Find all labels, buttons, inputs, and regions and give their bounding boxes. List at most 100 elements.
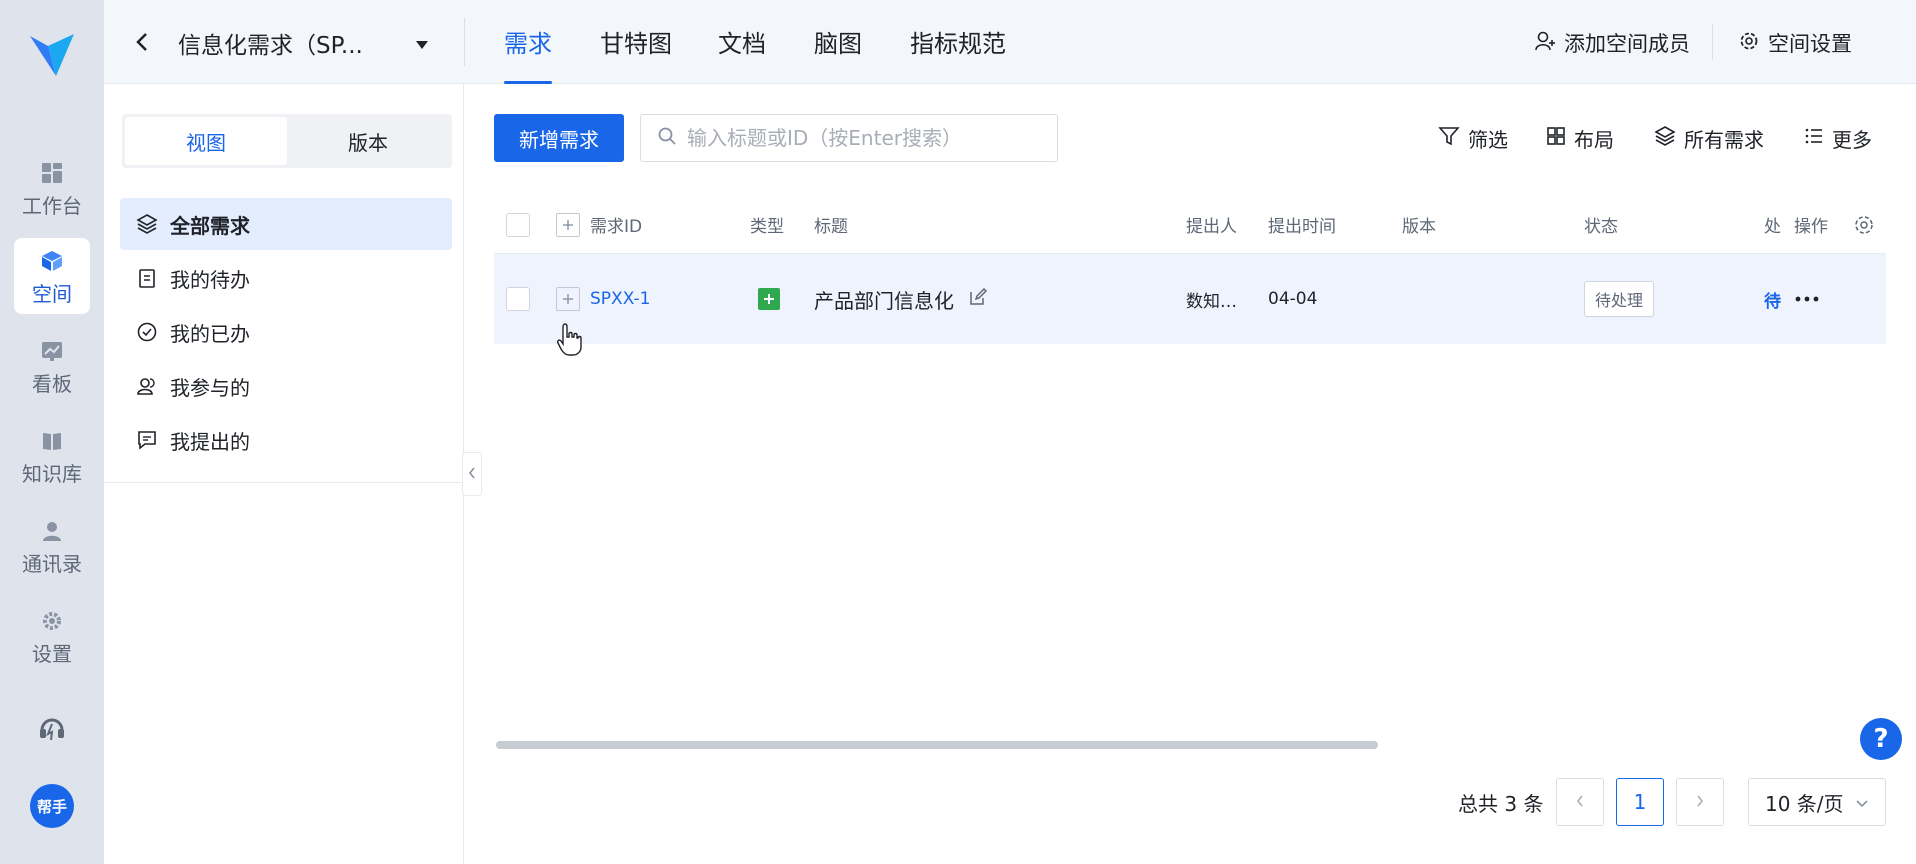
search-icon [657, 126, 677, 150]
layout-label: 布局 [1574, 128, 1614, 152]
pagination-total: 总共 3 条 [1458, 792, 1544, 816]
row-submit-time: 04-04 [1268, 289, 1318, 309]
header-title[interactable]: 标题 [814, 196, 848, 253]
horizontal-scrollbar[interactable] [496, 741, 1378, 749]
top-header: 信息化需求（SP... 需求 甘特图 文档 脑图 指标规范 添加空间成员 空间设… [104, 0, 1916, 84]
page-size-select[interactable]: 10 条/页 [1748, 778, 1886, 826]
header-divider [1712, 24, 1713, 60]
collapse-panel-button[interactable] [462, 452, 482, 496]
header-divider [464, 18, 465, 66]
rail-item-workbench[interactable]: 工作台 [14, 150, 90, 226]
nav-my-todo[interactable]: 我的待办 [120, 252, 452, 304]
hand-cursor-icon [556, 322, 584, 358]
caret-down-icon[interactable] [414, 36, 430, 49]
status-badge[interactable]: 待处理 [1584, 281, 1655, 317]
tab-mindmap[interactable]: 脑图 [814, 24, 862, 84]
gear-icon [1738, 30, 1760, 57]
header-version[interactable]: 版本 [1402, 196, 1436, 253]
filter-button[interactable]: 筛选 [1438, 124, 1508, 153]
header-submitter[interactable]: 提出人 [1186, 196, 1237, 253]
layout-button[interactable]: 布局 [1546, 124, 1614, 153]
next-page-button[interactable] [1676, 778, 1724, 826]
nav-my-done[interactable]: 我的已办 [120, 306, 452, 358]
panel-divider [104, 482, 464, 483]
clipboard-icon [136, 267, 158, 289]
chevron-down-icon [1855, 790, 1869, 814]
rail-item-contacts[interactable]: 通讯录 [14, 508, 90, 584]
edit-icon[interactable] [968, 287, 988, 312]
header-type[interactable]: 类型 [750, 196, 784, 253]
select-all-checkbox[interactable] [506, 212, 530, 237]
dashboard-icon [39, 160, 65, 186]
expand-row-icon[interactable] [556, 287, 580, 311]
nav-all-requirements[interactable]: 全部需求 [120, 198, 452, 250]
page-1-button[interactable]: 1 [1616, 778, 1664, 826]
header-handler[interactable]: 处 [1764, 196, 1781, 253]
rail-label: 知识库 [22, 462, 82, 486]
view-version-switch: 视图 版本 [122, 114, 452, 168]
chevron-right-icon [1694, 790, 1706, 814]
helper-button[interactable]: 帮手 [30, 784, 74, 828]
more-actions-icon[interactable] [1794, 254, 1820, 344]
type-plus-icon [758, 288, 780, 310]
chevron-left-icon [1574, 790, 1586, 814]
space-settings-label: 空间设置 [1768, 32, 1852, 56]
add-member-button[interactable]: 添加空间成员 [1534, 28, 1690, 58]
all-requirements-label: 所有需求 [1684, 128, 1764, 152]
chevron-left-icon [467, 465, 477, 484]
rail-item-knowledge[interactable]: 知识库 [14, 418, 90, 494]
all-requirements-button[interactable]: 所有需求 [1654, 124, 1764, 153]
more-button[interactable]: 更多 [1804, 124, 1872, 153]
row-checkbox[interactable] [506, 287, 530, 311]
help-button[interactable]: ? [1860, 718, 1902, 760]
people-icon [136, 375, 158, 397]
table-row[interactable]: SPXX-1 产品部门信息化 数知… 04-04 待处理 待 [494, 254, 1886, 344]
header-status[interactable]: 状态 [1584, 196, 1618, 253]
row-submitter: 数知… [1186, 291, 1237, 312]
tab-documents[interactable]: 文档 [718, 24, 766, 84]
row-handler[interactable]: 待 [1764, 254, 1781, 344]
rail-item-settings[interactable]: 设置 [14, 598, 90, 674]
grid-icon [1546, 126, 1566, 151]
headset-icon[interactable] [36, 712, 68, 744]
book-icon [39, 428, 65, 454]
prev-page-button[interactable] [1556, 778, 1604, 826]
header-id-label[interactable]: 需求ID [590, 212, 642, 237]
tab-gantt[interactable]: 甘特图 [600, 24, 672, 84]
header-id: 需求ID [556, 196, 642, 253]
page-size-value: 10 条/页 [1765, 791, 1844, 816]
search-box[interactable] [640, 114, 1058, 162]
header-submit-time[interactable]: 提出时间 [1268, 196, 1336, 253]
rail-label: 空间 [32, 282, 72, 306]
header-actions: 操作 [1794, 217, 1828, 237]
tab-metrics-spec[interactable]: 指标规范 [910, 24, 1006, 84]
search-input[interactable] [687, 126, 1027, 150]
segment-version[interactable]: 版本 [287, 117, 449, 165]
back-arrow-icon[interactable] [132, 28, 154, 56]
rail-label: 通讯录 [22, 552, 82, 576]
nav-label: 我参与的 [170, 375, 250, 400]
nav-participated[interactable]: 我参与的 [120, 360, 452, 412]
rail-label: 看板 [32, 372, 72, 396]
nav-label: 我的待办 [170, 267, 250, 292]
gear-icon [39, 608, 65, 634]
requirement-id-link[interactable]: SPXX-1 [590, 289, 650, 309]
space-settings-button[interactable]: 空间设置 [1738, 28, 1852, 58]
expand-all-icon[interactable] [556, 212, 580, 237]
add-member-label: 添加空间成员 [1564, 32, 1690, 56]
row-status-cell: 待处理 [1584, 254, 1655, 344]
rail-item-space[interactable]: 空间 [14, 238, 90, 314]
add-user-icon [1534, 30, 1556, 57]
question-icon: ? [1873, 724, 1889, 754]
space-name[interactable]: 信息化需求（SP... [178, 26, 363, 60]
select-all-cell [506, 196, 530, 253]
cube-icon [39, 248, 65, 274]
segment-view[interactable]: 视图 [125, 117, 287, 165]
column-settings-icon[interactable] [1852, 196, 1876, 253]
nav-submitted[interactable]: 我提出的 [120, 414, 452, 466]
add-requirement-button[interactable]: 新增需求 [494, 114, 624, 162]
app-logo-icon[interactable] [26, 30, 78, 80]
tab-requirements[interactable]: 需求 [504, 24, 552, 84]
requirement-title[interactable]: 产品部门信息化 [814, 285, 954, 314]
rail-item-board[interactable]: 看板 [14, 328, 90, 404]
